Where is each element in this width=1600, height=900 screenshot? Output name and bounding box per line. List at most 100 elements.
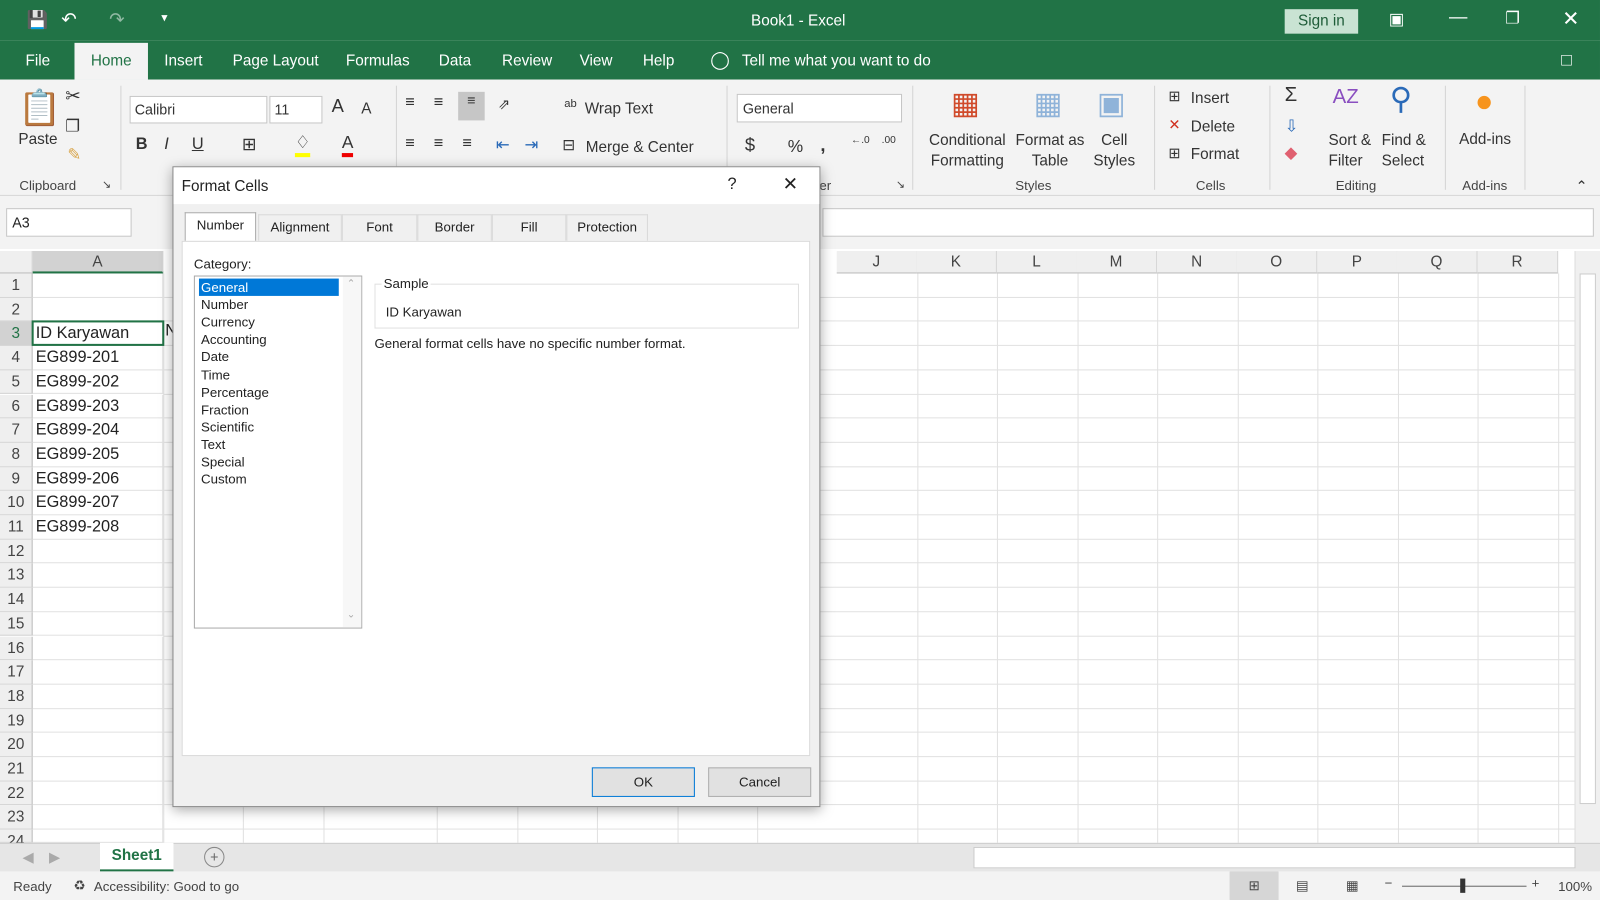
top-align-icon[interactable]: ≡ [405,94,415,112]
cell-a16[interactable] [32,636,164,661]
page-break-view-icon[interactable]: ▦ [1346,878,1359,894]
tab-page-layout[interactable]: Page Layout [233,52,319,69]
column-header[interactable]: O [1236,251,1317,274]
ribbon-display-icon[interactable]: ▣ [1389,9,1404,29]
scroll-down-icon[interactable]: ⌄ [347,609,356,620]
cell-styles-button[interactable]: Cell Styles [1088,131,1141,172]
category-time[interactable]: Time [199,366,339,383]
increase-font-icon[interactable]: A [332,96,344,117]
cell-a21[interactable] [32,757,164,782]
cell-a6[interactable]: EG899-203 [32,394,164,419]
column-header[interactable]: Q [1396,251,1478,274]
column-header[interactable]: P [1317,251,1398,274]
number-launcher-icon[interactable]: ↘ [896,178,905,191]
decrease-decimal-icon[interactable]: .00 [882,135,896,146]
zoom-level[interactable]: 100% [1558,879,1592,894]
row-header[interactable]: 20 [0,732,33,758]
help-button[interactable]: ? [728,176,737,194]
clear-icon[interactable]: ◆ [1285,143,1298,163]
minimize-icon[interactable]: — [1449,6,1467,27]
customize-qat-icon[interactable]: ▾ [161,10,167,24]
category-list[interactable]: General Number Currency Accounting Date Time P… [193,275,363,629]
font-size-select[interactable]: 11 [269,95,323,124]
category-date[interactable]: Date [199,348,339,365]
row-header[interactable]: 4 [0,346,33,371]
row-header[interactable]: 15 [0,612,33,637]
font-color-icon[interactable]: A [341,133,354,158]
align-left-icon[interactable]: ≡ [405,135,415,153]
wrap-text-button[interactable]: Wrap Text [585,100,653,117]
tab-review[interactable]: Review [502,52,552,69]
merge-center-button[interactable]: Merge & Center [586,139,694,156]
new-sheet-icon[interactable]: + [204,846,225,868]
cancel-button[interactable]: Cancel [708,767,812,797]
cell-a11[interactable]: EG899-208 [32,515,164,540]
middle-align-icon[interactable]: ≡ [434,94,444,112]
clipboard-launcher-icon[interactable]: ↘ [102,178,111,191]
row-header[interactable]: 11 [0,515,33,540]
format-painter-icon[interactable]: ✎ [67,145,81,165]
cell-a10[interactable]: EG899-207 [32,491,164,516]
row-header[interactable]: 14 [0,587,33,613]
fill-down-icon[interactable]: ⇩ [1285,116,1299,136]
row-header[interactable]: 7 [0,418,33,443]
cell-a23[interactable] [32,805,164,830]
addins-button[interactable]: Add-ins [1459,131,1511,148]
column-header[interactable]: J [836,251,917,274]
decrease-indent-icon[interactable]: ⇤ [496,135,510,155]
font-name-select[interactable]: Calibri [129,95,268,124]
close-icon[interactable]: ✕ [1562,6,1579,32]
insert-button[interactable]: Insert [1191,90,1229,107]
accessibility-status[interactable]: Accessibility: Good to go [94,879,239,894]
sign-in-button[interactable]: Sign in [1284,9,1359,34]
find-select-button[interactable]: Find & Select [1382,131,1426,172]
format-button[interactable]: Format [1191,146,1239,163]
cell-a19[interactable] [32,708,164,733]
cell-a9[interactable]: EG899-206 [32,466,164,492]
category-custom[interactable]: Custom [199,471,339,488]
cell-a1[interactable] [32,273,164,298]
category-accounting[interactable]: Accounting [199,331,339,348]
row-header[interactable]: 21 [0,757,33,782]
column-header[interactable]: M [1076,251,1157,274]
row-header[interactable]: 2 [0,297,33,322]
tab-help[interactable]: Help [643,52,674,69]
tab-data[interactable]: Data [439,52,471,69]
cell-a12[interactable] [32,539,164,564]
increase-indent-icon[interactable]: ⇥ [524,135,538,155]
delete-button[interactable]: Delete [1191,118,1235,135]
category-scrollbar[interactable]: ⌃ ⌄ [342,276,362,628]
normal-view-icon[interactable]: ⊞ [1229,871,1279,900]
formula-input[interactable] [822,208,1594,237]
align-right-icon[interactable]: ≡ [462,135,472,153]
next-sheet-icon[interactable]: ▶ [49,849,60,866]
category-percentage[interactable]: Percentage [199,383,339,400]
row-header[interactable]: 9 [0,466,33,492]
cell-a7[interactable]: EG899-204 [32,418,164,443]
category-general[interactable]: General [198,278,339,296]
row-header[interactable]: 3 [0,321,33,346]
column-header[interactable]: L [996,251,1078,274]
zoom-out-icon[interactable]: − [1385,876,1393,891]
prev-sheet-icon[interactable]: ◀ [22,849,33,866]
cell-a5[interactable]: EG899-202 [32,370,164,395]
restore-icon[interactable]: ❐ [1505,8,1520,28]
sort-filter-button[interactable]: Sort & Filter [1329,131,1372,172]
increase-decimal-icon[interactable]: ←.0 [851,135,870,146]
row-header[interactable]: 17 [0,660,33,685]
bold-button[interactable]: B [136,136,148,154]
dialog-tab-border[interactable]: Border [417,214,492,241]
row-header[interactable]: 19 [0,708,33,733]
conditional-formatting-button[interactable]: Conditional Formatting [923,131,1011,172]
page-layout-view-icon[interactable]: ▤ [1296,878,1309,894]
format-as-table-button[interactable]: Format as Table [1013,131,1086,172]
row-header[interactable]: 1 [0,273,33,298]
paste-button[interactable]: Paste [18,131,57,148]
category-text[interactable]: Text [199,436,339,453]
copy-icon[interactable]: ❐ [65,116,80,136]
cell-a17[interactable] [32,660,164,685]
zoom-slider-thumb[interactable] [1460,878,1466,893]
row-header[interactable]: 12 [0,539,33,564]
row-header[interactable]: 16 [0,636,33,661]
scroll-up-icon[interactable]: ⌃ [347,279,356,290]
